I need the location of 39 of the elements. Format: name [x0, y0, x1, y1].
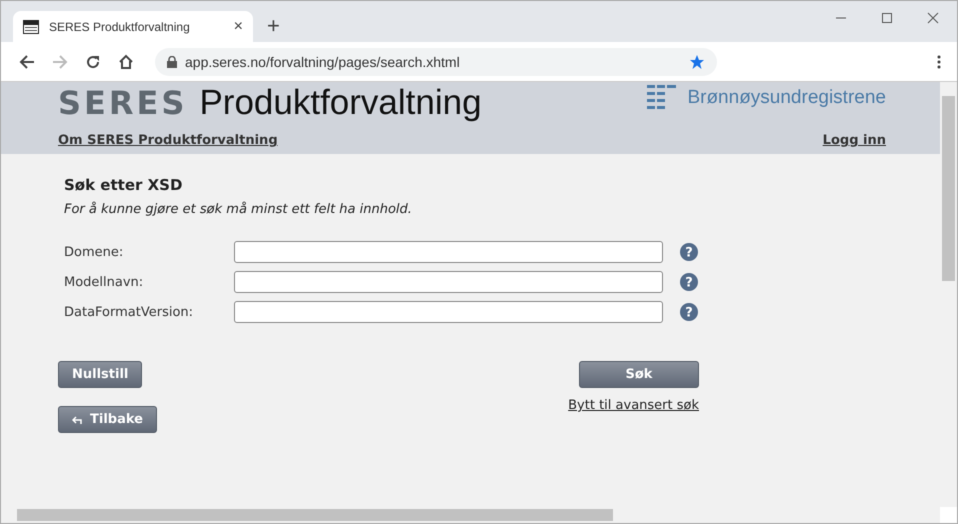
form-heading: Søk etter XSD [64, 176, 184, 194]
more-menu-icon[interactable] [937, 54, 941, 68]
address-bar[interactable]: app.seres.no/forvaltning/pages/search.xhtml [155, 48, 717, 76]
horizontal-scrollbar[interactable] [1, 507, 940, 523]
site-title: Produktforvaltning [199, 82, 482, 124]
vertical-scrollbar[interactable] [940, 82, 957, 507]
stripes-logo-icon [647, 85, 678, 111]
field-label: Modellnavn: [64, 274, 144, 290]
tab-title: SERES Produktforvaltning [49, 20, 191, 34]
login-link[interactable]: Logg inn [822, 133, 886, 148]
search-button[interactable]: Søk [579, 361, 699, 388]
url-text: app.seres.no/forvaltning/pages/search.xhtml [185, 54, 461, 70]
home-icon[interactable] [118, 54, 134, 70]
input-field[interactable] [234, 271, 663, 293]
back-arrow-icon[interactable] [19, 54, 35, 70]
new-tab-button[interactable]: + [267, 14, 280, 38]
maximize-icon[interactable] [881, 12, 893, 24]
browser-tab[interactable]: SERES Produktforvaltning × [13, 11, 253, 42]
input-field[interactable] [234, 301, 663, 323]
reset-button[interactable]: Nullstill [58, 361, 142, 388]
close-icon[interactable] [927, 12, 939, 24]
help-icon[interactable]: ? [679, 242, 699, 262]
organization-name: Brønnøysundregistrene [687, 87, 886, 109]
page-favicon-icon [23, 20, 39, 34]
input-field[interactable] [234, 241, 663, 263]
reload-icon[interactable] [85, 54, 101, 70]
help-icon[interactable]: ? [679, 302, 699, 322]
star-icon[interactable] [689, 54, 705, 70]
field-label: DataFormatVersion: [64, 304, 194, 320]
about-link[interactable]: Om SERES Produktforvaltning [58, 133, 278, 148]
lock-icon [167, 56, 177, 68]
return-arrow-icon [72, 414, 82, 424]
seres-logo: SERES [58, 83, 188, 124]
back-button[interactable]: Tilbake [58, 406, 157, 433]
form-hint: For å kunne gjøre et søk må minst ett felt ha innhold. [64, 202, 413, 217]
field-label: Domene: [64, 244, 124, 260]
close-tab-button[interactable]: × [234, 18, 243, 36]
advanced-search-link[interactable]: Bytt til avansert søk [568, 398, 699, 413]
help-icon[interactable]: ? [679, 272, 699, 292]
